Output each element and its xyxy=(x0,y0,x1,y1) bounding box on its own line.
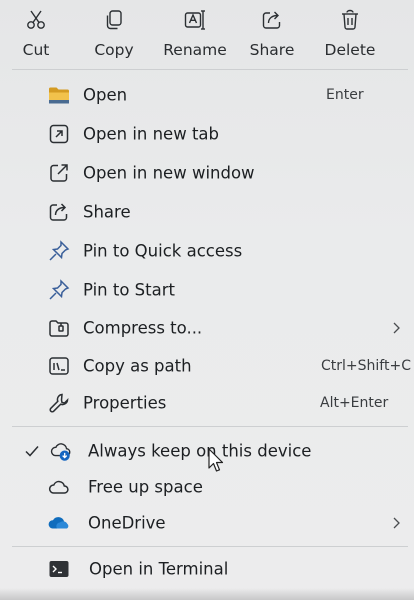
share-icon xyxy=(47,200,71,224)
context-menu-toolbar: Cut Copy Rename Share Delete xyxy=(0,0,414,68)
shortcut-text: Enter xyxy=(326,87,364,103)
divider xyxy=(12,546,408,547)
cut-label: Cut xyxy=(22,41,50,59)
scissors-icon xyxy=(24,8,48,32)
copy-label: Copy xyxy=(94,41,134,59)
menu-item-properties[interactable]: Properties Alt+Enter xyxy=(0,385,414,421)
menu-item-free-up-space[interactable]: Free up space xyxy=(0,469,414,505)
menu-item-pin-to-quick-access[interactable]: Pin to Quick access xyxy=(0,233,414,269)
menu-item-label: Properties xyxy=(83,393,167,413)
share-label: Share xyxy=(249,41,295,59)
shortcut-text: Ctrl+Shift+C xyxy=(321,358,411,374)
zip-folder-icon xyxy=(47,316,71,340)
menu-item-open-in-terminal[interactable]: Open in Terminal xyxy=(0,551,414,587)
menu-item-share[interactable]: Share xyxy=(0,194,414,230)
trash-icon xyxy=(338,8,362,32)
share-icon xyxy=(260,8,284,32)
menu-item-open-in-new-tab[interactable]: Open in new tab xyxy=(0,116,414,152)
terminal-icon xyxy=(47,557,71,581)
menu-item-open[interactable]: Open Enter xyxy=(0,77,414,113)
context-menu: Cut Copy Rename Share Delete Open Enter … xyxy=(0,0,414,600)
copy-path-icon xyxy=(47,354,71,378)
copy-icon xyxy=(102,8,126,32)
open-new-tab-icon xyxy=(47,122,71,146)
menu-item-pin-to-start[interactable]: Pin to Start xyxy=(0,272,414,308)
menu-item-label: Open in new window xyxy=(83,163,255,183)
rename-label: Rename xyxy=(163,41,227,59)
shortcut-text: Alt+Enter xyxy=(320,395,389,411)
menu-item-label: Copy as path xyxy=(83,356,192,376)
menu-item-label: Open in Terminal xyxy=(89,559,229,579)
cloud-download-icon xyxy=(49,439,73,463)
divider xyxy=(12,69,408,70)
rename-icon xyxy=(183,8,207,32)
menu-item-copy-as-path[interactable]: Copy as path Ctrl+Shift+C xyxy=(0,348,414,384)
menu-item-label: Compress to... xyxy=(83,318,203,338)
pin-icon xyxy=(47,239,71,263)
menu-item-label: Open xyxy=(83,85,128,105)
folder-icon xyxy=(47,83,71,107)
menu-item-compress-to[interactable]: Compress to... xyxy=(0,310,414,346)
menu-item-label: Share xyxy=(83,202,131,222)
delete-button[interactable]: Delete xyxy=(322,0,378,66)
rename-button[interactable]: Rename xyxy=(160,0,230,66)
mouse-cursor-icon xyxy=(208,448,224,472)
copy-button[interactable]: Copy xyxy=(86,0,142,66)
wrench-icon xyxy=(47,391,71,415)
menu-item-label: Pin to Start xyxy=(83,280,175,300)
share-button[interactable]: Share xyxy=(244,0,300,66)
pin-icon xyxy=(47,278,71,302)
menu-item-label: Always keep on this device xyxy=(88,441,312,461)
bottom-edge xyxy=(0,588,414,600)
divider xyxy=(12,426,408,427)
chevron-right-icon xyxy=(393,322,400,334)
open-new-window-icon xyxy=(47,161,71,185)
menu-item-label: OneDrive xyxy=(88,513,166,533)
menu-item-label: Open in new tab xyxy=(83,124,220,144)
cut-button[interactable]: Cut xyxy=(8,0,64,66)
checkmark-icon xyxy=(25,446,39,457)
chevron-right-icon xyxy=(393,517,400,529)
menu-item-onedrive[interactable]: OneDrive xyxy=(0,505,414,541)
cloud-icon xyxy=(47,475,71,499)
menu-item-label: Pin to Quick access xyxy=(83,241,243,261)
menu-item-open-in-new-window[interactable]: Open in new window xyxy=(0,155,414,191)
onedrive-icon xyxy=(47,511,71,535)
delete-label: Delete xyxy=(324,41,376,59)
menu-item-label: Free up space xyxy=(88,477,203,497)
